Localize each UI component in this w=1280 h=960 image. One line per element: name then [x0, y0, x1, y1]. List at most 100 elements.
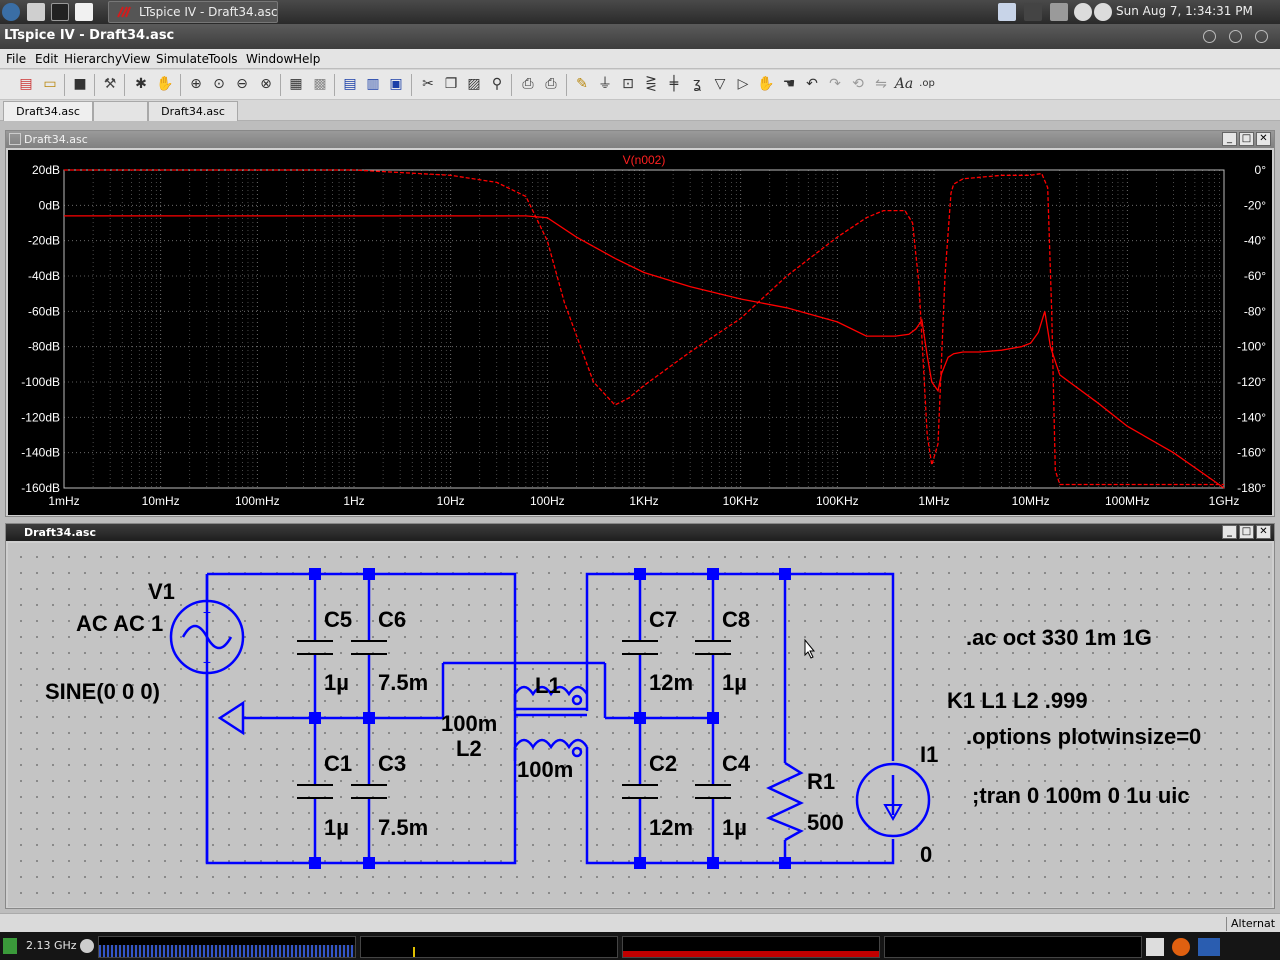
c1-value[interactable]: 1µ [324, 815, 349, 840]
volume-icon[interactable] [1074, 3, 1092, 21]
run-icon[interactable]: ✱ [131, 74, 151, 94]
c7-value[interactable]: 12m [649, 670, 693, 695]
wire-right-top[interactable] [585, 572, 895, 761]
plot-close-button[interactable]: ✕ [1256, 132, 1271, 146]
c8-name[interactable]: C8 [722, 607, 750, 632]
text-editor-icon[interactable] [75, 3, 93, 21]
plot-pane[interactable]: V(n002) 1mHz 10mHz 100mHz 1Hz 10Hz 100Hz 1KHz 1… [8, 150, 1272, 515]
i1-value[interactable]: 0 [920, 842, 932, 867]
tray-app-icon[interactable] [1146, 938, 1164, 956]
find-icon[interactable]: ⚲ [487, 74, 507, 94]
r1-value[interactable]: 500 [807, 810, 844, 835]
firefox-icon[interactable] [1172, 938, 1190, 956]
clock-icon[interactable] [80, 939, 94, 953]
cascade-icon[interactable]: ▣ [386, 74, 406, 94]
new-schematic-icon[interactable]: ▤ [16, 74, 36, 94]
v1-sine-value[interactable]: SINE(0 0 0) [45, 679, 160, 704]
schematic-close-button[interactable]: ✕ [1256, 525, 1271, 539]
tile-horizontal-icon[interactable]: ▤ [340, 74, 360, 94]
ltspice-tray-icon[interactable] [1024, 3, 1042, 21]
print-preview-icon[interactable]: ⎙ [518, 74, 538, 94]
pan-icon[interactable]: ⊙ [209, 74, 229, 94]
c2-name[interactable]: C2 [649, 751, 677, 776]
menu-edit[interactable]: Edit [35, 52, 58, 66]
c4-name[interactable]: C4 [722, 751, 751, 776]
text-icon[interactable]: Aa [894, 74, 914, 94]
schematic-canvas[interactable]: + − V1 AC AC 1 SINE(0 0 0) C5 1µ C6 7.5m… [8, 543, 1272, 907]
bode-plot[interactable]: V(n002) 1mHz 10mHz 100mHz 1Hz 10Hz 100Hz 1KHz 1… [8, 150, 1272, 515]
schematic-maximize-button[interactable]: □ [1239, 525, 1254, 539]
menu-help[interactable]: Help [293, 52, 320, 66]
minimize-button[interactable] [1203, 30, 1216, 43]
ground-icon[interactable] [217, 700, 245, 736]
c6-value[interactable]: 7.5m [378, 670, 428, 695]
grid-icon[interactable]: ▩ [310, 74, 330, 94]
component-icon[interactable]: ▷ [733, 74, 753, 94]
c7-name[interactable]: C7 [649, 607, 677, 632]
magnitude-trace[interactable] [64, 215, 1225, 489]
terminal-icon[interactable] [51, 3, 69, 21]
l1-value[interactable]: 100m [441, 711, 497, 736]
i1-name[interactable]: I1 [920, 742, 938, 767]
resistor-icon[interactable]: ⋛ [641, 74, 661, 94]
taskbar-ltspice-window[interactable]: LTspice IV - Draft34.asc [108, 1, 278, 23]
c6-name[interactable]: C6 [378, 607, 406, 632]
menu-window[interactable]: Window [246, 52, 293, 66]
mirror-icon[interactable]: ⇋ [871, 74, 891, 94]
network-icon[interactable] [1050, 3, 1068, 21]
redo-icon[interactable]: ↷ [825, 74, 845, 94]
save-icon[interactable]: ■ [70, 74, 90, 94]
menu-view[interactable]: View [122, 52, 150, 66]
autorange-icon[interactable]: ▦ [286, 74, 306, 94]
resistor-r1-icon[interactable] [765, 761, 804, 842]
menu-hierarchy[interactable]: Hierarchy [64, 52, 122, 66]
maximize-button[interactable] [1229, 30, 1242, 43]
c3-name[interactable]: C3 [378, 751, 406, 776]
c5-name[interactable]: C5 [324, 607, 352, 632]
halt-icon[interactable]: ✋ [155, 74, 175, 94]
zoom-fit-icon[interactable]: ⊗ [256, 74, 276, 94]
l2-name[interactable]: L2 [456, 736, 482, 761]
plot-maximize-button[interactable]: □ [1239, 132, 1254, 146]
paste-icon[interactable]: ▨ [464, 74, 484, 94]
menu-file[interactable]: File [6, 52, 26, 66]
diode-icon[interactable]: ▽ [710, 74, 730, 94]
rotate-icon[interactable]: ⟲ [848, 74, 868, 94]
directive-options[interactable]: .options plotwinsize=0 [966, 724, 1201, 749]
inductor-l2-icon[interactable] [513, 738, 589, 758]
open-folder-icon[interactable]: ▭ [40, 74, 60, 94]
clock[interactable]: Sun Aug 7, 1:34:31 PM [1116, 4, 1253, 18]
copy-icon[interactable]: ❐ [441, 74, 461, 94]
r1-name[interactable]: R1 [807, 769, 835, 794]
tab-draft34-plot[interactable]: Draft34.asc [148, 101, 238, 121]
tab-draft34-schematic[interactable]: Draft34.asc [3, 101, 93, 121]
l1-name[interactable]: L1 [535, 673, 561, 698]
undo-icon[interactable]: ↶ [802, 74, 822, 94]
calculator-icon[interactable] [27, 3, 45, 21]
schematic-drawing[interactable]: + − V1 AC AC 1 SINE(0 0 0) C5 1µ C6 7.5m… [8, 543, 1272, 907]
print-icon[interactable]: ⎙ [541, 74, 561, 94]
directive-tran-comment[interactable]: ;tran 0 100m 0 1u uic [972, 783, 1190, 808]
drag-icon[interactable]: ☚ [779, 74, 799, 94]
control-panel-icon[interactable]: ⚒ [100, 74, 120, 94]
schematic-minimize-button[interactable]: _ [1222, 525, 1237, 539]
capacitor-icon[interactable]: ╪ [664, 74, 684, 94]
tile-vertical-icon[interactable]: ▥ [363, 74, 383, 94]
ltspice-panel-icon[interactable] [1198, 938, 1220, 956]
plot-minimize-button[interactable]: _ [1222, 132, 1237, 146]
trace-label[interactable]: V(n002) [623, 153, 666, 167]
move-icon[interactable]: ✋ [756, 74, 776, 94]
menu-tools[interactable]: Tools [208, 52, 238, 66]
v1-ac-value[interactable]: AC AC 1 [76, 611, 163, 636]
cut-icon[interactable]: ✂ [418, 74, 438, 94]
c5-value[interactable]: 1µ [324, 670, 349, 695]
menu-simulate[interactable]: Simulate [156, 52, 209, 66]
label-net-icon[interactable]: ⊡ [618, 74, 638, 94]
v1-name[interactable]: V1 [148, 579, 175, 604]
c4-value[interactable]: 1µ [722, 815, 747, 840]
ground-icon[interactable]: ⏚ [595, 74, 615, 94]
power-icon[interactable] [1094, 3, 1112, 21]
close-button[interactable] [1255, 30, 1268, 43]
v1-source-icon[interactable]: + − [169, 599, 245, 675]
c2-value[interactable]: 12m [649, 815, 693, 840]
